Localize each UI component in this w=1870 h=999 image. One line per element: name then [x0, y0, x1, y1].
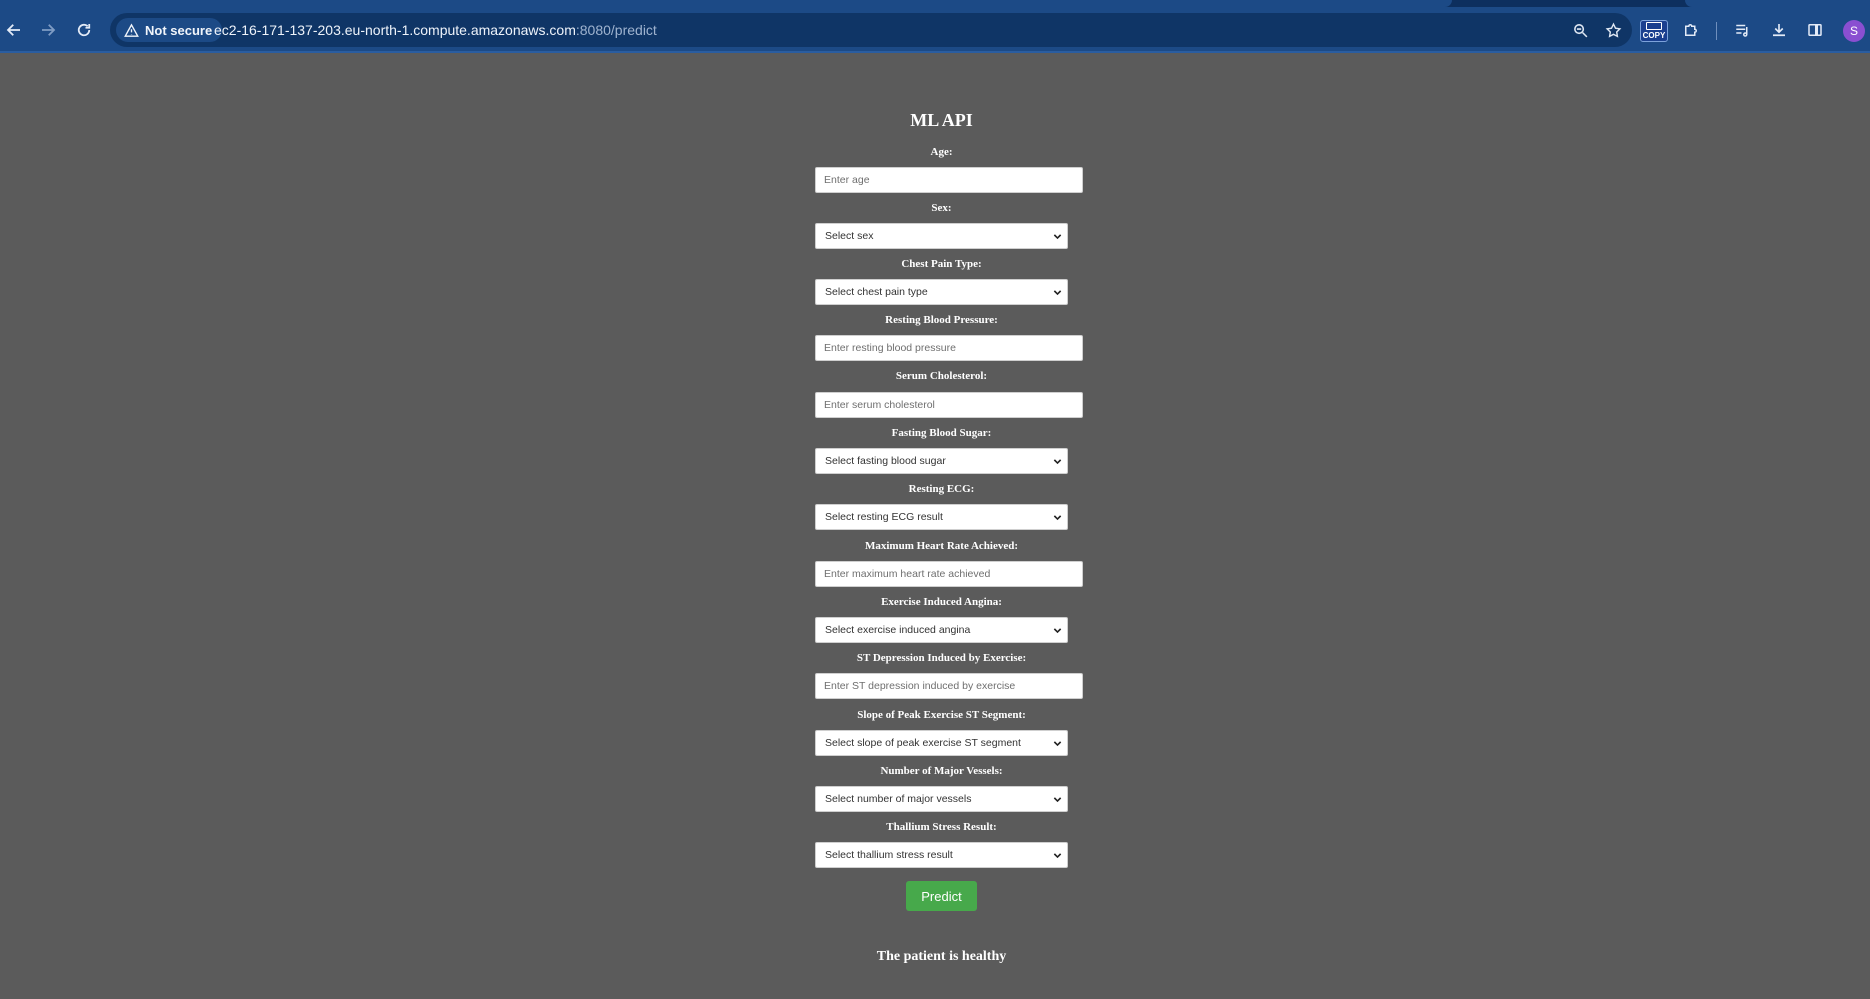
sex-label: Sex: [931, 202, 952, 214]
thallium-value: Select thallium stress result [825, 849, 953, 861]
st-slope-select[interactable]: Select slope of peak exercise ST segment [815, 730, 1068, 756]
cholesterol-label: Serum Cholesterol: [895, 370, 988, 382]
st-slope-label: Slope of Peak Exercise ST Segment: [857, 709, 1026, 721]
st-slope-value: Select slope of peak exercise ST segment [825, 737, 1021, 749]
resting-bp-label: Resting Blood Pressure: [885, 314, 998, 326]
chevron-down-icon [1053, 741, 1062, 747]
cholesterol-input[interactable] [815, 392, 1083, 418]
zoom-button[interactable] [1570, 20, 1590, 40]
major-vessels-label: Number of Major Vessels: [880, 765, 1003, 777]
chest-pain-select[interactable]: Select chest pain type [815, 279, 1068, 305]
arrow-right-icon [42, 24, 56, 36]
forward-button[interactable] [34, 16, 62, 44]
age-label: Age: [930, 146, 953, 158]
fasting-blood-sugar-label: Fasting Blood Sugar: [891, 427, 992, 439]
copy-extension-glyph [1646, 22, 1662, 30]
chevron-down-icon [1053, 515, 1062, 521]
chest-pain-select-value: Select chest pain type [825, 286, 928, 298]
thallium-select[interactable]: Select thallium stress result [815, 842, 1068, 868]
st-depression-input[interactable] [815, 673, 1083, 699]
reload-button[interactable] [70, 16, 98, 44]
profile-avatar[interactable]: S [1843, 20, 1865, 42]
chevron-down-icon [1053, 853, 1062, 859]
major-vessels-select[interactable]: Select number of major vessels [815, 786, 1068, 812]
url-host: ec2-16-171-137-203.eu-north-1.compute.am… [214, 22, 576, 38]
side-panel-button[interactable] [1801, 16, 1829, 44]
st-depression-label: ST Depression Induced by Exercise: [856, 652, 1027, 664]
resting-ecg-select[interactable]: Select resting ECG result [815, 504, 1068, 530]
security-label: Not secure [145, 22, 213, 38]
side-panel-icon [1808, 24, 1822, 36]
download-icon [1773, 24, 1785, 37]
chevron-down-icon [1053, 234, 1062, 240]
age-input[interactable] [815, 167, 1083, 193]
browser-toolbar: Not secure ec2-16-171-137-203.eu-north-1… [0, 7, 1870, 53]
resting-ecg-label: Resting ECG: [908, 483, 975, 495]
exercise-angina-value: Select exercise induced angina [825, 624, 971, 636]
sex-select-value: Select sex [825, 230, 874, 242]
fasting-blood-sugar-select[interactable]: Select fasting blood sugar [815, 448, 1068, 474]
page-title: ML API [910, 110, 973, 130]
prediction-result: The patient is healthy [876, 949, 1007, 964]
max-heart-rate-input[interactable] [815, 561, 1083, 587]
inactive-tab-edge[interactable] [1685, 0, 1870, 7]
resting-bp-input[interactable] [815, 335, 1083, 361]
major-vessels-value: Select number of major vessels [825, 793, 972, 805]
star-icon [1605, 21, 1621, 38]
sex-select[interactable]: Select sex [815, 223, 1068, 249]
chest-pain-label: Chest Pain Type: [901, 258, 982, 270]
reload-icon [77, 23, 91, 37]
security-chip[interactable]: Not secure [116, 18, 223, 42]
extensions-button[interactable] [1677, 16, 1705, 44]
magnifier-zoom-icon [1573, 23, 1587, 37]
max-heart-rate-label: Maximum Heart Rate Achieved: [864, 540, 1019, 552]
chevron-down-icon [1053, 290, 1062, 296]
predict-button[interactable]: Predict [906, 881, 977, 911]
url-text[interactable]: ec2-16-171-137-203.eu-north-1.compute.am… [214, 22, 657, 38]
arrow-left-icon [6, 24, 20, 36]
active-tab-edge[interactable] [0, 0, 1452, 7]
page-content: ML API Age: Sex: Select sex Chest Pain T… [0, 53, 1870, 999]
exercise-angina-label: Exercise Induced Angina: [881, 596, 1002, 608]
url-path: :8080/predict [575, 22, 657, 38]
toolbar-separator [1716, 22, 1717, 40]
chevron-down-icon [1053, 628, 1062, 634]
playlist-icon [1736, 24, 1748, 37]
resting-ecg-value: Select resting ECG result [825, 511, 943, 523]
thallium-label: Thallium Stress Result: [886, 821, 997, 833]
address-bar[interactable]: Not secure ec2-16-171-137-203.eu-north-1… [110, 13, 1632, 47]
tab-strip [0, 0, 1870, 7]
puzzle-icon [1685, 24, 1697, 36]
fasting-blood-sugar-value: Select fasting blood sugar [825, 455, 946, 467]
copy-extension-label: COPY [1642, 31, 1666, 40]
bookmark-button[interactable] [1603, 20, 1623, 40]
downloads-button[interactable] [1765, 16, 1793, 44]
exercise-angina-select[interactable]: Select exercise induced angina [815, 617, 1068, 643]
copy-extension-button[interactable]: COPY [1640, 20, 1668, 42]
media-controls-button[interactable] [1729, 16, 1757, 44]
chevron-down-icon [1053, 459, 1062, 465]
chevron-down-icon [1053, 797, 1062, 803]
back-button[interactable] [0, 16, 28, 44]
warning-triangle-icon [124, 22, 139, 37]
